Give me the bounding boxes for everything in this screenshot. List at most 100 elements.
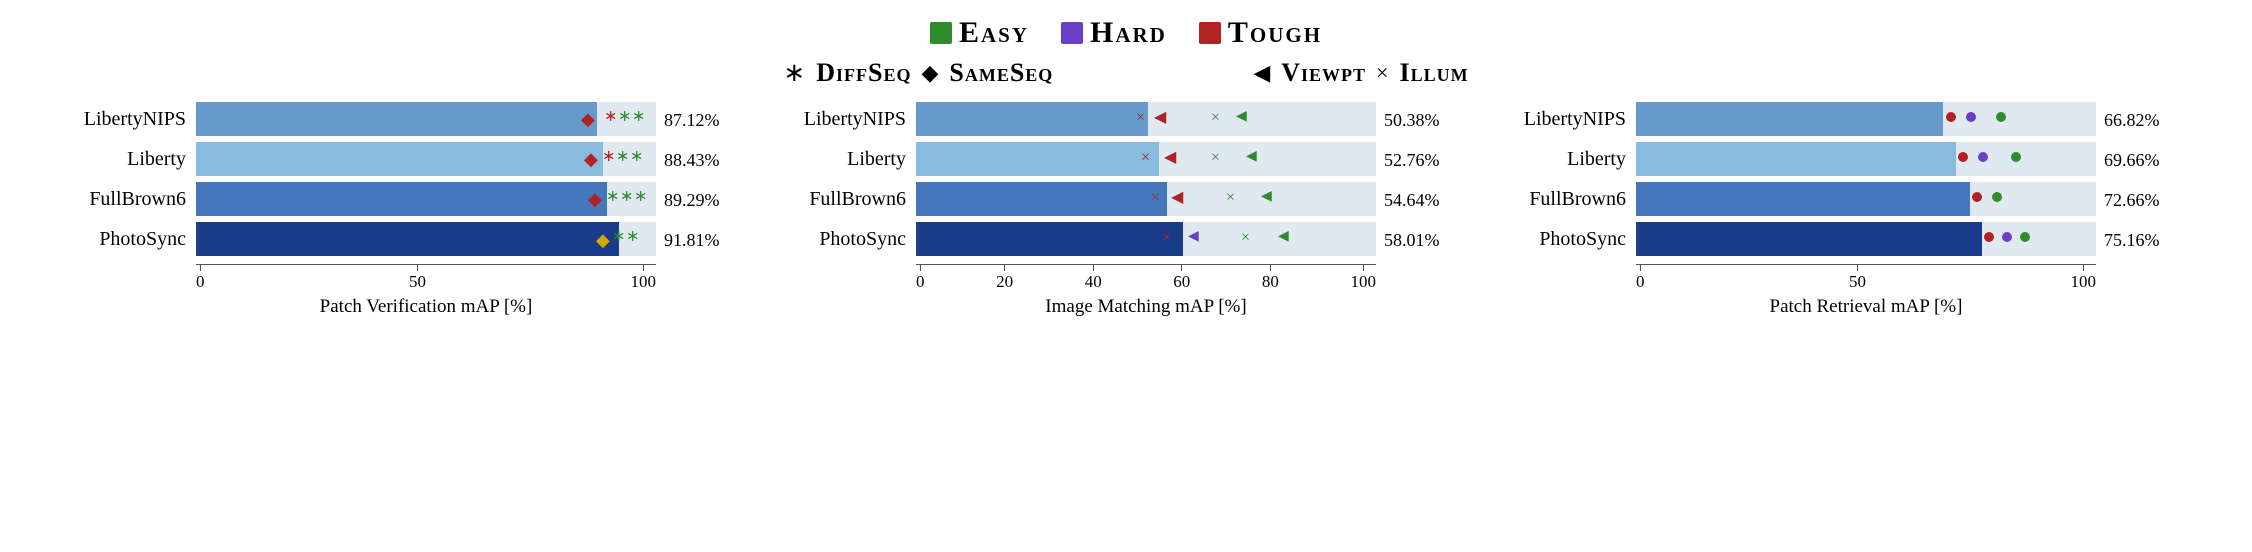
chart1-bars: LibertyNIPS ◆ ∗ ∗ ∗ 87.12% Liberty ◆	[76, 102, 736, 262]
chart1-axis-label: Patch Verification mAP [%]	[196, 296, 656, 318]
easy-color-dot	[930, 22, 952, 44]
chart2-axis-label: Image Matching mAP [%]	[916, 296, 1376, 318]
chart2-value-1: 52.76%	[1384, 150, 1440, 171]
chart3-fill-0	[1636, 102, 1943, 136]
chart2-m1-3: ×	[1162, 230, 1171, 246]
chart2-m3-3: ×	[1241, 230, 1250, 246]
chart2-label-0: LibertyNIPS	[796, 108, 916, 131]
chart3-dot-red-3	[1984, 232, 1994, 242]
chart1-label-3: PhotoSync	[76, 228, 196, 251]
chart2-m2-3: ◀	[1188, 230, 1199, 244]
chart2-m3-0: ×	[1211, 110, 1220, 126]
chart1-marker-star1-1: ∗	[602, 149, 615, 165]
chart1-marker-star1-0: ∗	[604, 109, 617, 125]
chart2-m4-1: ◀	[1246, 150, 1257, 164]
chart1-label-0: LibertyNIPS	[76, 108, 196, 131]
chart3-dot-green-1	[2011, 152, 2021, 162]
legend-tough: Tough	[1199, 16, 1322, 50]
easy-label: Easy	[959, 16, 1029, 50]
chart3-dot-red-1	[1958, 152, 1968, 162]
chart2-bar-2: × ◀ × ◀ 54.64%	[916, 182, 1376, 216]
legend-easy: Easy	[930, 16, 1029, 50]
chart1-marker-diamond-0: ◆	[581, 110, 595, 128]
chart2-tick-0: 0	[916, 265, 925, 292]
chart2-label-3: PhotoSync	[796, 228, 916, 251]
chart1-fill-3	[196, 222, 619, 256]
chart1-axis: 0 50 100 Patch Verification mAP [%]	[76, 264, 656, 318]
chart2-bar-3: × ◀ × ◀ 58.01%	[916, 222, 1376, 256]
chart3-bar-3: 75.16%	[1636, 222, 2096, 256]
chart2-fill-1	[916, 142, 1159, 176]
chart1-marker-diamond-1: ◆	[584, 150, 598, 168]
chart1-tick-50: 50	[409, 265, 426, 292]
viewpt-label: Viewpt	[1281, 58, 1366, 88]
chart3-value-2: 72.66%	[2104, 190, 2160, 211]
diffseq-label: DiffSeq	[816, 58, 911, 88]
chart2-value-2: 54.64%	[1384, 190, 1440, 211]
chart3-tick-0: 0	[1636, 265, 1645, 292]
chart2-m1-2: ×	[1151, 190, 1160, 206]
chart2-m2-1: ◀	[1164, 150, 1176, 166]
chart2-m2-2: ◀	[1171, 190, 1183, 206]
chart2-row-0: LibertyNIPS × ◀ × ◀ 50.38%	[796, 102, 1456, 136]
chart3-row-1: Liberty 69.66%	[1516, 142, 2176, 176]
chart2-bar-1: × ◀ × ◀ 52.76%	[916, 142, 1376, 176]
chart2-m3-1: ×	[1211, 150, 1220, 166]
chart2-axis: 0 20 40 60 8	[796, 264, 1376, 318]
legend: Easy Hard Tough	[930, 16, 1322, 50]
chart2-label-1: Liberty	[796, 148, 916, 171]
chart3-dot-green-0	[1996, 112, 2006, 122]
chart3-dot-purple-0	[1966, 112, 1976, 122]
chart1-value-3: 91.81%	[664, 230, 720, 251]
chart3-value-0: 66.82%	[2104, 110, 2160, 131]
chart2-m2-0: ◀	[1154, 110, 1166, 126]
chart2-tick-60: 60	[1173, 265, 1190, 292]
chart2-tick-80: 80	[1262, 265, 1279, 292]
chart2-bars: LibertyNIPS × ◀ × ◀ 50.38% Liberty ×	[796, 102, 1456, 262]
chart1-value-1: 88.43%	[664, 150, 720, 171]
chart2-m4-0: ◀	[1236, 110, 1247, 124]
chart2-value-3: 58.01%	[1384, 230, 1440, 251]
chart1-marker-star3-0: ∗	[632, 109, 645, 125]
chart1-bar-2: ◆ ∗ ∗ ∗ 89.29%	[196, 182, 656, 216]
chart1-marker-star2-3: ∗	[626, 229, 639, 245]
chart2-row-3: PhotoSync × ◀ × ◀ 58.01%	[796, 222, 1456, 256]
chart2-tick-100: 100	[1350, 265, 1376, 292]
chart3-row-0: LibertyNIPS 66.82%	[1516, 102, 2176, 136]
chart2-m4-2: ◀	[1261, 190, 1272, 204]
chart3-dot-red-2	[1972, 192, 1982, 202]
chart-patch-verification: LibertyNIPS ◆ ∗ ∗ ∗ 87.12% Liberty ◆	[76, 102, 736, 318]
chart2-value-0: 50.38%	[1384, 110, 1440, 131]
chart3-dot-green-2	[1992, 192, 2002, 202]
chart-patch-retrieval: LibertyNIPS 66.82% Liberty	[1516, 102, 2176, 318]
hard-color-dot	[1061, 22, 1083, 44]
chart2-bar-0: × ◀ × ◀ 50.38%	[916, 102, 1376, 136]
chart3-label-3: PhotoSync	[1516, 228, 1636, 251]
legend-hard: Hard	[1061, 16, 1167, 50]
chart3-bars: LibertyNIPS 66.82% Liberty	[1516, 102, 2176, 262]
chart1-value-0: 87.12%	[664, 110, 720, 131]
chart1-label-1: Liberty	[76, 148, 196, 171]
chart1-marker-diamond-2: ◆	[588, 190, 602, 208]
chart2-tick-20: 20	[996, 265, 1013, 292]
chart3-fill-2	[1636, 182, 1970, 216]
chart3-label-0: LibertyNIPS	[1516, 108, 1636, 131]
star-symbol: ∗	[783, 58, 806, 88]
tough-label: Tough	[1228, 16, 1322, 50]
charts-row: LibertyNIPS ◆ ∗ ∗ ∗ 87.12% Liberty ◆	[20, 102, 2232, 318]
chart1-bar-3: ◆ ∗ ∗ 91.81%	[196, 222, 656, 256]
chart1-marker-star3-1: ∗	[630, 149, 643, 165]
chart1-fill-2	[196, 182, 607, 216]
triangle-symbol: ◀	[1253, 60, 1271, 86]
chart1-marker-star2-1: ∗	[616, 149, 629, 165]
chart2-fill-2	[916, 182, 1167, 216]
chart1-marker-star1-2: ∗	[606, 189, 619, 205]
chart3-fill-1	[1636, 142, 1956, 176]
chart3-dot-purple-1	[1978, 152, 1988, 162]
chart3-row-3: PhotoSync 75.16%	[1516, 222, 2176, 256]
chart1-value-2: 89.29%	[664, 190, 720, 211]
chart3-axis-label: Patch Retrieval mAP [%]	[1636, 296, 2096, 318]
chart1-marker-star2-0: ∗	[618, 109, 631, 125]
chart3-tick-100: 100	[2071, 265, 2097, 292]
chart1-row-2: FullBrown6 ◆ ∗ ∗ ∗ 89.29%	[76, 182, 736, 216]
